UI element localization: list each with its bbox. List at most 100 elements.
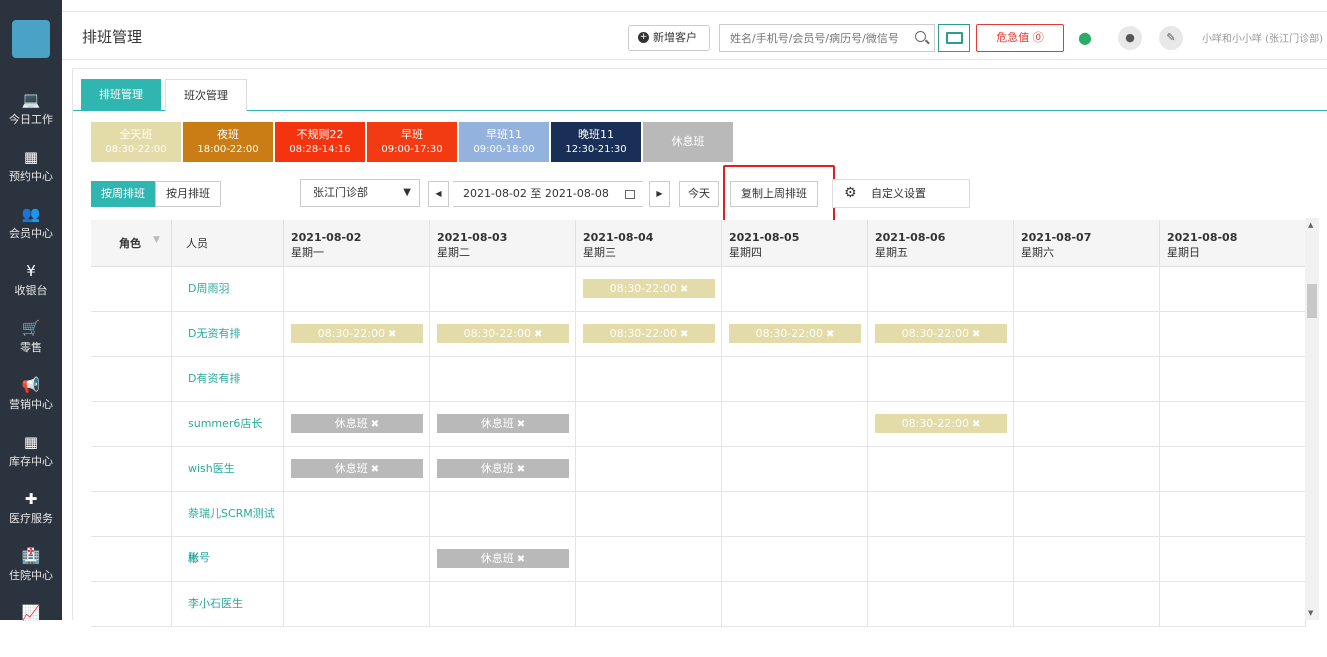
next-week-button[interactable]: ▶ xyxy=(649,181,670,207)
sidebar-item-1[interactable]: ▦ 预约中心 xyxy=(0,145,62,201)
schedule-cell[interactable] xyxy=(1014,447,1160,492)
custom-settings-button[interactable]: ⚙ 自定义设置 xyxy=(832,179,970,208)
mute-icon[interactable]: ✎ xyxy=(1159,26,1183,50)
shift-legend-item[interactable]: 休息班 xyxy=(643,122,733,162)
schedule-cell[interactable]: 休息班 ✖ xyxy=(430,402,576,447)
sidebar-item-7[interactable]: ✚ 医疗服务 xyxy=(0,487,62,543)
schedule-cell[interactable] xyxy=(722,267,868,312)
sidebar-item-2[interactable]: 👥 会员中心 xyxy=(0,202,62,258)
shift-legend-item[interactable]: 夜班 18:00-22:00 xyxy=(183,122,273,162)
remove-icon[interactable]: ✖ xyxy=(972,419,980,430)
remove-icon[interactable]: ✖ xyxy=(680,284,688,295)
schedule-cell[interactable] xyxy=(284,357,430,402)
schedule-cell[interactable] xyxy=(868,357,1014,402)
shift-chip[interactable]: 08:30-22:00 ✖ xyxy=(729,324,861,343)
schedule-cell[interactable] xyxy=(1014,537,1160,582)
schedule-cell[interactable] xyxy=(1160,312,1306,357)
shift-chip[interactable]: 08:30-22:00 ✖ xyxy=(583,324,715,343)
remove-icon[interactable]: ✖ xyxy=(517,554,525,565)
schedule-cell[interactable] xyxy=(576,537,722,582)
schedule-cell[interactable] xyxy=(868,492,1014,537)
sidebar-item-9[interactable]: 📈 xyxy=(0,601,62,657)
shift-legend-item[interactable]: 早班 09:00-17:30 xyxy=(367,122,457,162)
schedule-cell[interactable] xyxy=(430,357,576,402)
scroll-up-icon[interactable]: ▲ xyxy=(1308,221,1313,229)
schedule-cell[interactable] xyxy=(576,447,722,492)
schedule-cell[interactable] xyxy=(1014,357,1160,402)
schedule-cell[interactable] xyxy=(284,537,430,582)
filter-icon[interactable]: ▼ xyxy=(153,235,160,245)
schedule-cell[interactable] xyxy=(430,267,576,312)
remove-icon[interactable]: ✖ xyxy=(826,329,834,340)
schedule-cell[interactable] xyxy=(1014,312,1160,357)
search-box[interactable] xyxy=(719,24,935,52)
schedule-cell[interactable] xyxy=(1160,357,1306,402)
schedule-cell[interactable] xyxy=(430,492,576,537)
schedule-cell[interactable] xyxy=(284,267,430,312)
schedule-cell[interactable] xyxy=(576,402,722,447)
schedule-cell[interactable] xyxy=(576,357,722,402)
scroll-thumb[interactable] xyxy=(1307,284,1317,318)
remove-icon[interactable]: ✖ xyxy=(534,329,542,340)
shift-legend-item[interactable]: 不规则22 08:28-14:16 xyxy=(275,122,365,162)
shift-chip[interactable]: 08:30-22:00 ✖ xyxy=(583,279,715,298)
search-input[interactable] xyxy=(720,25,910,51)
view-week-button[interactable]: 按周排班 xyxy=(91,181,155,207)
shift-chip[interactable]: 休息班 ✖ xyxy=(437,459,569,478)
person-name[interactable]: wish医生 xyxy=(172,447,284,492)
shift-chip[interactable]: 休息班 ✖ xyxy=(437,549,569,568)
schedule-cell[interactable] xyxy=(1014,492,1160,537)
critical-value-button[interactable]: 危急值 ⓪ xyxy=(976,24,1064,52)
remove-icon[interactable]: ✖ xyxy=(972,329,980,340)
schedule-cell[interactable]: 08:30-22:00 ✖ xyxy=(868,402,1014,447)
schedule-cell[interactable] xyxy=(1014,582,1160,627)
column-header-role[interactable]: 角色 ▼ xyxy=(91,220,172,267)
schedule-cell[interactable]: 08:30-22:00 ✖ xyxy=(430,312,576,357)
schedule-cell[interactable] xyxy=(722,582,868,627)
schedule-cell[interactable] xyxy=(868,537,1014,582)
shift-legend-item[interactable]: 全天班 08:30-22:00 xyxy=(91,122,181,162)
shift-chip[interactable]: 休息班 ✖ xyxy=(437,414,569,433)
tab-schedule-management[interactable]: 排班管理 xyxy=(81,79,161,111)
shift-chip[interactable]: 08:30-22:00 ✖ xyxy=(291,324,423,343)
sidebar-item-6[interactable]: ▦ 库存中心 xyxy=(0,430,62,486)
schedule-cell[interactable] xyxy=(1160,582,1306,627)
schedule-cell[interactable] xyxy=(576,492,722,537)
remove-icon[interactable]: ✖ xyxy=(371,419,379,430)
schedule-cell[interactable] xyxy=(722,357,868,402)
schedule-cell[interactable] xyxy=(1160,267,1306,312)
scroll-down-icon[interactable]: ▼ xyxy=(1308,609,1313,617)
clinic-select[interactable]: 张江门诊部 ▼ xyxy=(300,179,420,207)
schedule-cell[interactable] xyxy=(1160,402,1306,447)
schedule-cell[interactable] xyxy=(1160,447,1306,492)
schedule-cell[interactable] xyxy=(1014,402,1160,447)
schedule-cell[interactable]: 08:30-22:00 ✖ xyxy=(722,312,868,357)
schedule-cell[interactable]: 08:30-22:00 ✖ xyxy=(576,312,722,357)
schedule-cell[interactable] xyxy=(284,582,430,627)
schedule-cell[interactable] xyxy=(868,267,1014,312)
remove-icon[interactable]: ✖ xyxy=(371,464,379,475)
shift-chip[interactable]: 08:30-22:00 ✖ xyxy=(875,414,1007,433)
schedule-cell[interactable]: 休息班 ✖ xyxy=(430,447,576,492)
date-range-picker[interactable]: 2021-08-02 至 2021-08-08 xyxy=(453,181,643,207)
schedule-cell[interactable] xyxy=(1160,537,1306,582)
schedule-cell[interactable] xyxy=(722,402,868,447)
remove-icon[interactable]: ✖ xyxy=(517,419,525,430)
user-name[interactable]: 小咩和小小咩 (张江门诊部) xyxy=(1202,30,1323,45)
schedule-cell[interactable]: 休息班 ✖ xyxy=(284,447,430,492)
schedule-cell[interactable] xyxy=(722,537,868,582)
remove-icon[interactable]: ✖ xyxy=(680,329,688,340)
schedule-cell[interactable]: 08:30-22:00 ✖ xyxy=(284,312,430,357)
group-icon[interactable]: ● xyxy=(1118,26,1142,50)
prev-week-button[interactable]: ◀ xyxy=(428,181,449,207)
sidebar-item-3[interactable]: ¥ 收银台 xyxy=(0,259,62,315)
shift-chip[interactable]: 休息班 ✖ xyxy=(291,459,423,478)
sidebar-item-5[interactable]: 📢 营销中心 xyxy=(0,373,62,429)
sidebar-item-8[interactable]: 🏥 住院中心 xyxy=(0,544,62,600)
shift-chip[interactable]: 08:30-22:00 ✖ xyxy=(437,324,569,343)
schedule-cell[interactable] xyxy=(868,582,1014,627)
tab-shift-management[interactable]: 班次管理 xyxy=(165,79,247,111)
sidebar-item-0[interactable]: 💻 今日工作 xyxy=(0,88,62,144)
wechat-icon[interactable]: ● xyxy=(1073,26,1097,50)
view-month-button[interactable]: 按月排班 xyxy=(155,181,221,207)
